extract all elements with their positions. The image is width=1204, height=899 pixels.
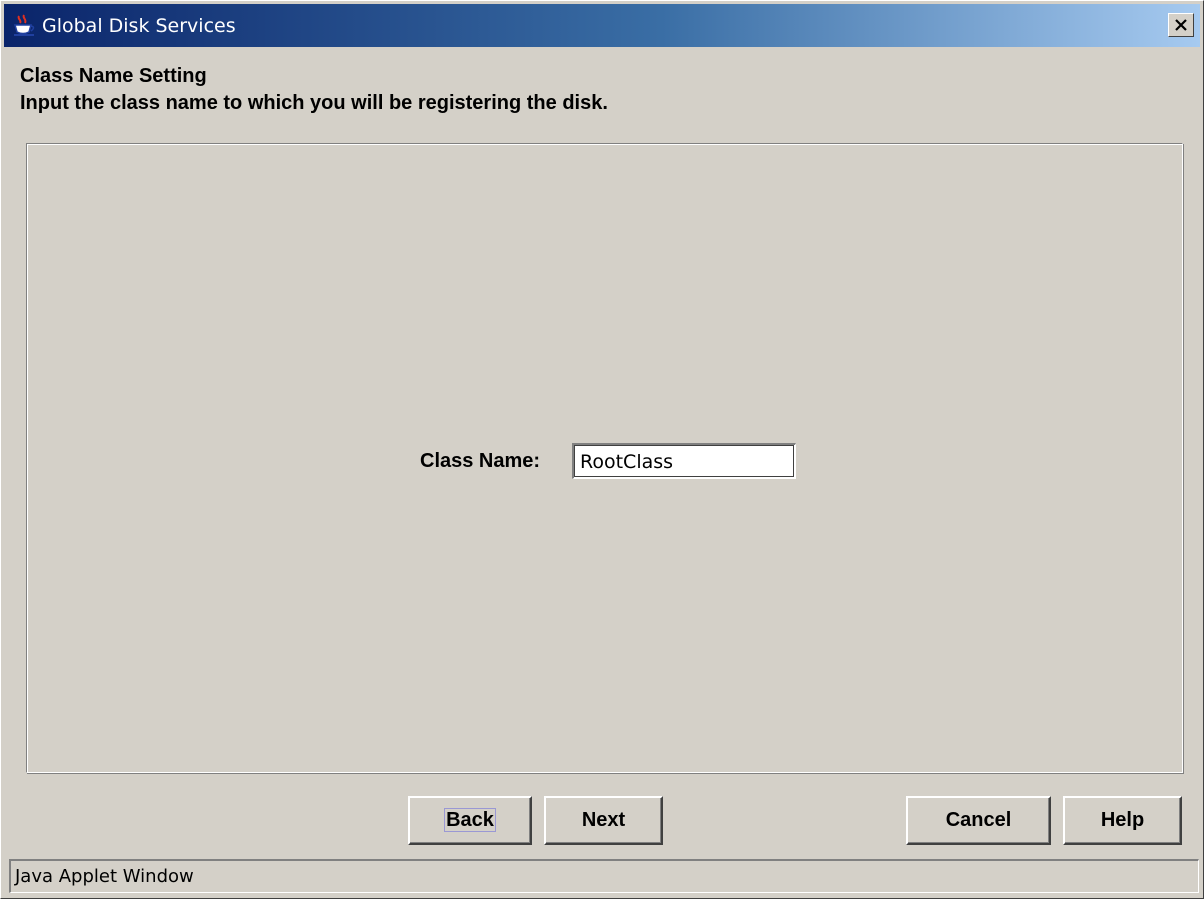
java-coffee-cup-icon [12,13,38,39]
back-button[interactable]: Back [408,796,532,845]
back-button-label: Back [444,808,496,832]
dialog-window: Global Disk Services Class Name Setting … [0,0,1204,899]
help-button[interactable]: Help [1063,796,1182,845]
status-bar: Java Applet Window [9,859,1199,893]
title-bar[interactable]: Global Disk Services [4,4,1200,47]
next-button[interactable]: Next [544,796,663,845]
window-title: Global Disk Services [42,15,236,37]
close-button[interactable] [1168,13,1194,37]
cancel-button[interactable]: Cancel [906,796,1051,845]
page-instruction: Input the class name to which you will b… [20,92,608,114]
class-name-label: Class Name: [420,450,541,472]
status-text: Java Applet Window [15,866,194,887]
class-name-input[interactable] [572,443,796,479]
page-title: Class Name Setting [20,65,207,87]
